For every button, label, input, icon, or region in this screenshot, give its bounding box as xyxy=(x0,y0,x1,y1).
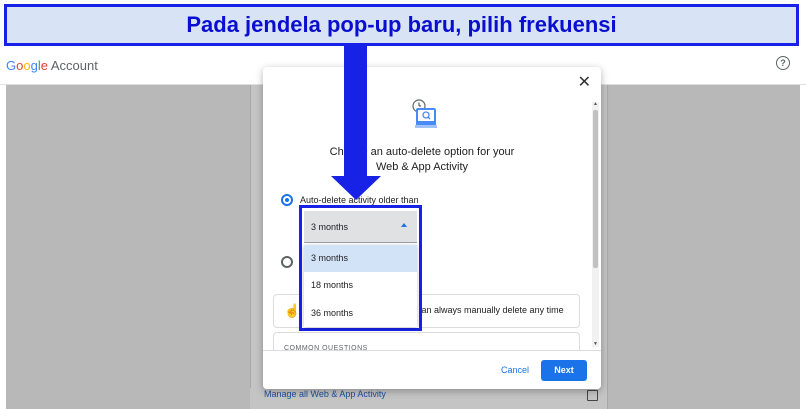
frequency-dropdown-highlight: 3 months 3 months 18 months 36 months xyxy=(299,205,422,331)
instruction-banner: Pada jendela pop-up baru, pilih frekuens… xyxy=(4,4,799,46)
dialog-footer: Cancel Next xyxy=(263,350,601,389)
info-text: can always manually delete any time xyxy=(417,305,564,315)
activity-shield-icon xyxy=(411,99,443,136)
google-account-logo[interactable]: Google Account xyxy=(6,58,98,73)
cancel-button[interactable]: Cancel xyxy=(501,365,529,375)
next-button[interactable]: Next xyxy=(541,360,587,381)
help-circle-icon[interactable]: ? xyxy=(776,56,790,70)
auto-delete-radio-selected[interactable] xyxy=(281,194,293,206)
page: Google Account ? Manage all Web & App Ac… xyxy=(0,0,806,409)
frequency-select[interactable]: 3 months xyxy=(304,211,417,243)
annotation-arrow-down-icon xyxy=(331,176,381,200)
scroll-down-icon[interactable]: ▼ xyxy=(593,342,598,347)
dialog-title: Choose an auto-delete option for your We… xyxy=(263,145,581,175)
logo-account-text: Account xyxy=(50,58,98,73)
logo-google-text: Google xyxy=(6,58,48,73)
dialog-scrollbar[interactable]: ▲ ▼ xyxy=(592,102,599,347)
chevron-up-icon xyxy=(401,223,407,227)
scroll-up-icon[interactable]: ▲ xyxy=(593,102,598,107)
hand-icon: ☝ xyxy=(284,303,301,318)
close-icon[interactable]: ✕ xyxy=(578,75,591,91)
frequency-options-list: 3 months 18 months 36 months xyxy=(304,245,417,327)
dialog-title-line1: Choose an auto-delete option for your xyxy=(329,146,515,158)
manage-activity-link[interactable]: Manage all Web & App Activity xyxy=(264,389,386,399)
external-link-icon[interactable] xyxy=(587,390,598,401)
dialog-title-line2: Web & App Activity xyxy=(375,161,469,173)
frequency-option-18-months[interactable]: 18 months xyxy=(304,272,417,299)
frequency-select-value: 3 months xyxy=(311,222,349,232)
scroll-thumb[interactable] xyxy=(593,110,598,268)
dont-auto-delete-radio[interactable] xyxy=(281,256,293,268)
instruction-banner-text: Pada jendela pop-up baru, pilih frekuens… xyxy=(186,12,617,37)
frequency-option-3-months[interactable]: 3 months xyxy=(304,245,417,272)
annotation-arrow-shaft xyxy=(344,46,367,177)
frequency-option-36-months[interactable]: 36 months xyxy=(304,300,417,327)
